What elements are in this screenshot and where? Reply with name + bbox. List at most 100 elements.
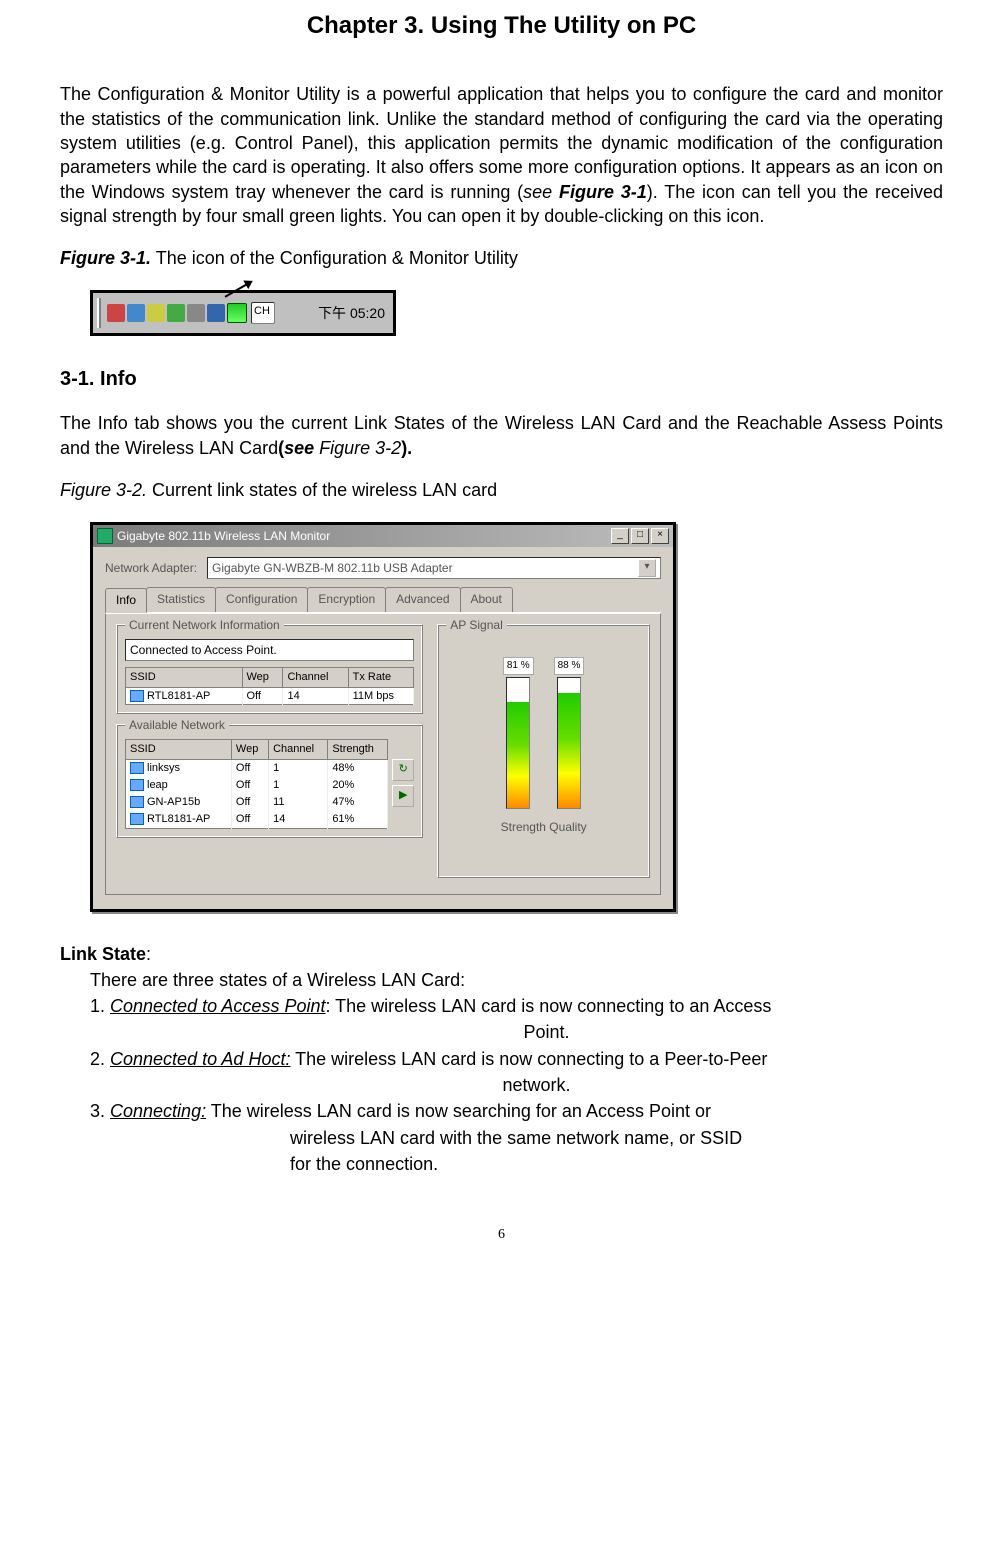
cell-ssid: RTL8181-AP [147, 813, 210, 825]
tab-advanced[interactable]: Advanced [385, 587, 460, 611]
ls1-num: 1. [90, 996, 110, 1016]
col-channel: Channel [269, 740, 328, 760]
page-number: 6 [60, 1226, 943, 1245]
cell-ssid: GN-AP15b [147, 796, 200, 808]
maximize-button[interactable]: □ [631, 528, 649, 544]
current-network-table: SSID Wep Channel Tx Rate RTL8181-AP Off … [125, 667, 414, 706]
info-text: The Info tab shows you the current Link … [60, 413, 943, 457]
col-wep: Wep [231, 740, 268, 760]
group-available-legend: Available Network [125, 717, 229, 733]
ls3-term: Connecting: [110, 1101, 206, 1121]
group-current-legend: Current Network Information [125, 617, 284, 633]
ls1-term: Connected to Access Point [110, 996, 325, 1016]
adapter-label: Network Adapter: [105, 560, 197, 576]
cell-ssid: linksys [147, 762, 180, 774]
tray-icon [207, 304, 225, 322]
tray-icon [187, 304, 205, 322]
figure-3-2-caption: Figure 3-2. Current link states of the w… [60, 478, 943, 502]
tab-configuration[interactable]: Configuration [215, 587, 308, 611]
connected-status: Connected to Access Point. [125, 639, 414, 661]
group-signal-legend: AP Signal [446, 617, 506, 633]
linkstate-list: There are three states of a Wireless LAN… [90, 968, 943, 1176]
linkstate-item-3: 3. Connecting: The wireless LAN card is … [90, 1099, 943, 1123]
col-txrate: Tx Rate [348, 667, 414, 687]
col-ssid: SSID [126, 667, 243, 687]
window-titlebar: Gigabyte 802.11b Wireless LAN Monitor _ … [93, 525, 673, 547]
cell-strength: 20% [328, 777, 388, 794]
col-ssid: SSID [126, 740, 232, 760]
figure-3-1-text: The icon of the Configuration & Monitor … [151, 248, 518, 268]
figure-3-1-caption: Figure 3-1. The icon of the Configuratio… [60, 246, 943, 270]
tab-about[interactable]: About [460, 587, 513, 611]
cell-ssid: RTL8181-AP [147, 690, 210, 702]
linkstate-heading-line: Link State: [60, 942, 943, 966]
cell-channel: 14 [269, 811, 328, 828]
tab-info[interactable]: Info [105, 588, 147, 612]
tray-clock: 下午 05:20 [310, 304, 393, 323]
chapter-title: Chapter 3. Using The Utility on PC [60, 10, 943, 42]
tray-icon [127, 304, 145, 322]
table-row[interactable]: leapOff120% [126, 777, 388, 794]
linkstate-item-2: 2. Connected to Ad Hoct: The wireless LA… [90, 1047, 943, 1071]
ls1-line2: Point. [150, 1020, 943, 1044]
window-client: Network Adapter: Gigabyte GN-WBZB-M 802.… [93, 547, 673, 908]
network-icon [130, 779, 144, 791]
figure-3-1-image: CH 下午 05:20 [90, 290, 396, 336]
ls1-rest: : The wireless LAN card is now connectin… [325, 996, 771, 1016]
refresh-button[interactable]: ↻ [392, 759, 414, 781]
cell-channel: 1 [269, 760, 328, 777]
table-row[interactable]: RTL8181-AP Off1461% [126, 811, 388, 828]
chevron-down-icon: ▾ [638, 559, 656, 577]
linkstate-colon: : [146, 944, 151, 964]
strength-percent: 81 % [503, 657, 534, 675]
connect-button[interactable]: ▶ [392, 785, 414, 807]
col-wep: Wep [242, 667, 283, 687]
cell-strength: 61% [328, 811, 388, 828]
table-row[interactable]: RTL8181-AP Off 14 11M bps [126, 687, 414, 705]
cell-wep: Off [231, 811, 268, 828]
cell-strength: 48% [328, 760, 388, 777]
linkstate-intro: There are three states of a Wireless LAN… [90, 968, 943, 992]
ls3-num: 3. [90, 1101, 110, 1121]
system-tray: CH 下午 05:20 [93, 293, 393, 333]
linkstate-heading: Link State [60, 944, 146, 964]
info-paragraph: The Info tab shows you the current Link … [60, 411, 943, 460]
cell-wep: Off [231, 760, 268, 777]
intro-paragraph: The Configuration & Monitor Utility is a… [60, 82, 943, 228]
ls3-line2: wireless LAN card with the same network … [90, 1126, 943, 1150]
cell-wep: Off [231, 794, 268, 811]
ls2-num: 2. [90, 1049, 110, 1069]
figure-3-2-image: Gigabyte 802.11b Wireless LAN Monitor _ … [90, 522, 676, 911]
adapter-row: Network Adapter: Gigabyte GN-WBZB-M 802.… [105, 557, 661, 579]
adapter-value: Gigabyte GN-WBZB-M 802.11b USB Adapter [212, 560, 453, 576]
cell-txrate: 11M bps [348, 687, 414, 705]
ls3-rest: The wireless LAN card is now searching f… [206, 1101, 711, 1121]
tab-encryption[interactable]: Encryption [307, 587, 386, 611]
adapter-combo[interactable]: Gigabyte GN-WBZB-M 802.11b USB Adapter ▾ [207, 557, 661, 579]
cell-channel: 11 [269, 794, 328, 811]
cell-ssid: leap [147, 779, 168, 791]
intro-see: see [523, 182, 559, 202]
figure-3-2-text: Current link states of the wireless LAN … [147, 480, 497, 500]
ls2-term: Connected to Ad Hoct: [110, 1049, 290, 1069]
minimize-button[interactable]: _ [611, 528, 629, 544]
tab-strip: Info Statistics Configuration Encryption… [105, 587, 661, 612]
signal-bars: 81 % 88 % [446, 639, 641, 815]
network-icon [130, 813, 144, 825]
tab-statistics[interactable]: Statistics [146, 587, 216, 611]
linkstate-item-1: 1. Connected to Access Point: The wirele… [90, 994, 943, 1018]
quality-bar [557, 677, 581, 809]
cell-channel: 14 [283, 687, 348, 705]
cell-channel: 1 [269, 777, 328, 794]
cell-strength: 47% [328, 794, 388, 811]
available-network-table: SSID Wep Channel Strength linksysOff148%… [125, 739, 388, 828]
window-title: Gigabyte 802.11b Wireless LAN Monitor [117, 528, 330, 544]
network-icon [130, 690, 144, 702]
signal-labels: Strength Quality [446, 819, 641, 835]
info-close: ). [401, 438, 412, 458]
close-button[interactable]: × [651, 528, 669, 544]
ls2-line2: network. [130, 1073, 943, 1097]
table-row[interactable]: GN-AP15b Off1147% [126, 794, 388, 811]
figure-3-2-label: Figure 3-2. [60, 480, 147, 500]
table-row[interactable]: linksys Off148% [126, 760, 388, 777]
